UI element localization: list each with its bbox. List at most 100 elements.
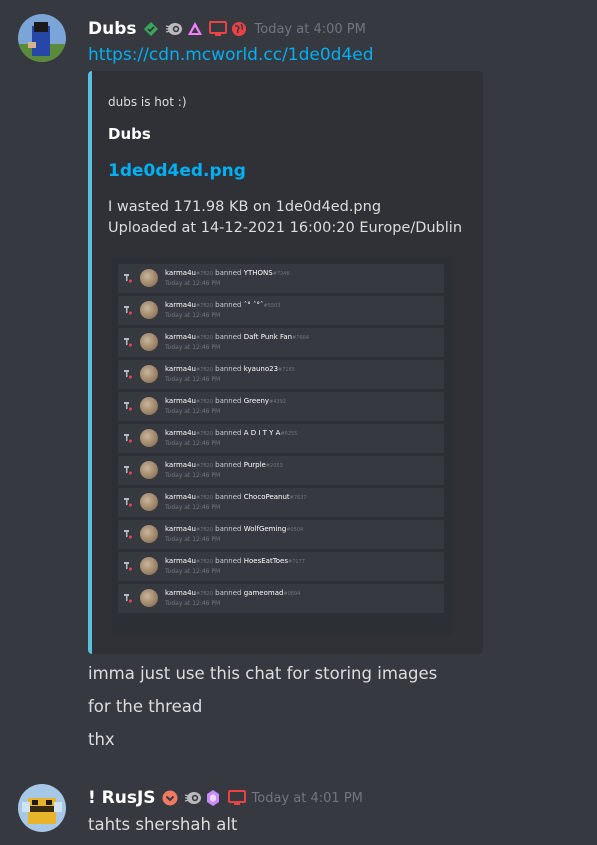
audit-action: banned xyxy=(215,365,242,373)
audit-actor: karma4u xyxy=(165,557,196,565)
audit-action: banned xyxy=(215,557,242,565)
embed-description-line: I wasted 171.98 KB on 1de0d4ed.png xyxy=(108,199,382,215)
ban-hammer-icon xyxy=(124,306,132,315)
audit-actor-tag: #7820 xyxy=(195,271,213,277)
audit-actor-tag: #7820 xyxy=(195,559,213,565)
avatar xyxy=(140,269,158,287)
audit-target-tag: #6255 xyxy=(280,431,298,437)
audit-time: Today at 12:46 PM xyxy=(165,600,221,607)
verified-badge-icon[interactable] xyxy=(143,21,159,37)
desktop-icon xyxy=(208,21,227,37)
audit-time: Today at 12:46 PM xyxy=(165,376,221,383)
audit-target-tag: #7637 xyxy=(289,495,307,501)
embed-title[interactable]: 1de0d4ed.png xyxy=(108,161,246,181)
avatar xyxy=(140,493,158,511)
ban-hammer-icon xyxy=(124,434,132,443)
audit-time: Today at 12:46 PM xyxy=(165,344,221,351)
audit-log-text: karma4u#7820 banned kyauno23#7165 xyxy=(165,365,295,373)
nitro-icon[interactable] xyxy=(187,21,203,37)
audit-log-row: karma4u#7820 banned ChocoPeanut#7637 Toda… xyxy=(118,488,444,517)
message-header: ! RusJS Today at 4:01 PM xyxy=(88,785,363,811)
audit-log-row: karma4u#7820 banned Daft Punk Fan#7664 To… xyxy=(118,328,444,357)
ban-hammer-icon xyxy=(124,466,132,475)
hypesquad-icon[interactable] xyxy=(184,790,201,806)
audit-action: banned xyxy=(215,429,242,437)
audit-actor-tag: #7820 xyxy=(195,431,213,437)
embed-image[interactable]: karma4u#7820 banned YTHONS#7246 Today at … xyxy=(112,257,452,635)
avatar xyxy=(140,461,158,479)
embed-accent-bar xyxy=(88,71,92,654)
audit-log-text: karma4u#7820 banned Greeny#4392 xyxy=(165,397,286,405)
embed-author: Dubs xyxy=(108,125,151,143)
timestamp[interactable]: Today at 4:01 PM xyxy=(252,791,363,806)
message-text: thx xyxy=(88,730,115,749)
audit-actor-tag: #7820 xyxy=(195,303,213,309)
avatar[interactable] xyxy=(18,784,66,832)
audit-log-row: karma4u#7820 banned YTHONS#7246 Today at … xyxy=(118,264,444,293)
boost-gem-icon[interactable] xyxy=(206,790,222,806)
audit-action: banned xyxy=(215,493,242,501)
ban-hammer-icon xyxy=(124,402,132,411)
audit-actor: karma4u xyxy=(165,461,196,469)
audit-log-text: karma4u#7820 banned YTHONS#7246 xyxy=(165,269,290,277)
audit-actor-tag: #7820 xyxy=(195,335,213,341)
audit-action: banned xyxy=(215,397,242,405)
audit-log-text: karma4u#7820 banned HoesEatToes#7177 xyxy=(165,557,305,565)
audit-target: Purple xyxy=(243,461,266,469)
audit-target: ChocoPeanut xyxy=(243,493,290,501)
audit-actor: karma4u xyxy=(165,589,196,597)
audit-actor: karma4u xyxy=(165,365,196,373)
hypesquad-balance-icon[interactable] xyxy=(162,790,178,806)
audit-action: banned xyxy=(215,525,242,533)
audit-time: Today at 12:46 PM xyxy=(165,536,221,543)
hypesquad-icon[interactable] xyxy=(165,21,182,37)
audit-target-tag: #2053 xyxy=(265,463,283,469)
ban-hammer-icon xyxy=(124,562,132,571)
audit-actor: karma4u xyxy=(165,397,196,405)
audit-target: Greeny xyxy=(243,397,270,405)
embed-description-line: Uploaded at 14-12-2021 16:00:20 Europe/D… xyxy=(108,220,463,236)
audit-time: Today at 12:46 PM xyxy=(165,312,221,319)
avatar xyxy=(140,525,158,543)
audit-log-row: karma4u#7820 banned A D I T Y A#6255 Toda… xyxy=(118,424,444,453)
audit-time: Today at 12:46 PM xyxy=(165,504,221,511)
audit-target-tag: #7177 xyxy=(288,559,305,565)
audit-target-tag: #7664 xyxy=(292,335,310,341)
audit-target-tag: #7246 xyxy=(272,271,290,277)
audit-actor-tag: #7820 xyxy=(195,591,213,597)
audit-target-tag: #0894 xyxy=(283,591,301,597)
message-text: imma just use this chat for storing imag… xyxy=(88,664,438,683)
audit-action: banned xyxy=(215,269,242,277)
ban-hammer-icon xyxy=(124,530,132,539)
audit-log-row: karma4u#7820 banned WolfGeming#0504 Today… xyxy=(118,520,444,549)
timestamp[interactable]: Today at 4:00 PM xyxy=(255,22,366,37)
ban-hammer-icon xyxy=(124,338,132,347)
username[interactable]: ! RusJS xyxy=(88,788,156,808)
audit-actor-tag: #7820 xyxy=(195,527,213,533)
audit-time: Today at 12:46 PM xyxy=(165,280,221,287)
audit-log-row: karma4u#7820 banned Greeny#4392 Today at … xyxy=(118,392,444,421)
audit-target: HoesEatToes xyxy=(243,557,289,565)
avatar[interactable] xyxy=(18,14,66,62)
audit-time: Today at 12:46 PM xyxy=(165,568,221,575)
audit-target-tag: #7165 xyxy=(278,367,295,373)
message-text: for the thread xyxy=(88,697,203,716)
ban-hammer-icon xyxy=(124,274,132,283)
audit-actor-tag: #7820 xyxy=(195,495,213,501)
avatar xyxy=(140,365,158,383)
audit-action: banned xyxy=(215,589,242,597)
audit-actor: karma4u xyxy=(165,333,196,341)
audit-target: WolfGeming xyxy=(243,525,287,533)
audit-target: YTHONS xyxy=(243,269,273,277)
audit-target: ˆ° ˆ°ˆ xyxy=(243,301,264,309)
audit-log-text: karma4u#7820 banned Daft Punk Fan#7664 xyxy=(165,333,309,341)
audit-log-text: karma4u#7820 banned A D I T Y A#6255 xyxy=(165,429,297,437)
audit-actor-tag: #7820 xyxy=(195,399,213,405)
audit-action: banned xyxy=(215,333,242,341)
embed-provider: dubs is hot :) xyxy=(108,95,187,109)
audit-log-text: karma4u#7820 banned ChocoPeanut#7637 xyxy=(165,493,307,501)
desktop-icon xyxy=(227,790,246,806)
username[interactable]: Dubs xyxy=(88,19,137,39)
message-link[interactable]: https://cdn.mcworld.cc/1de0d4ed xyxy=(88,45,374,65)
audit-log-row: karma4u#7820 banned ˆ° ˆ°ˆ#5503 Today at … xyxy=(118,296,444,325)
